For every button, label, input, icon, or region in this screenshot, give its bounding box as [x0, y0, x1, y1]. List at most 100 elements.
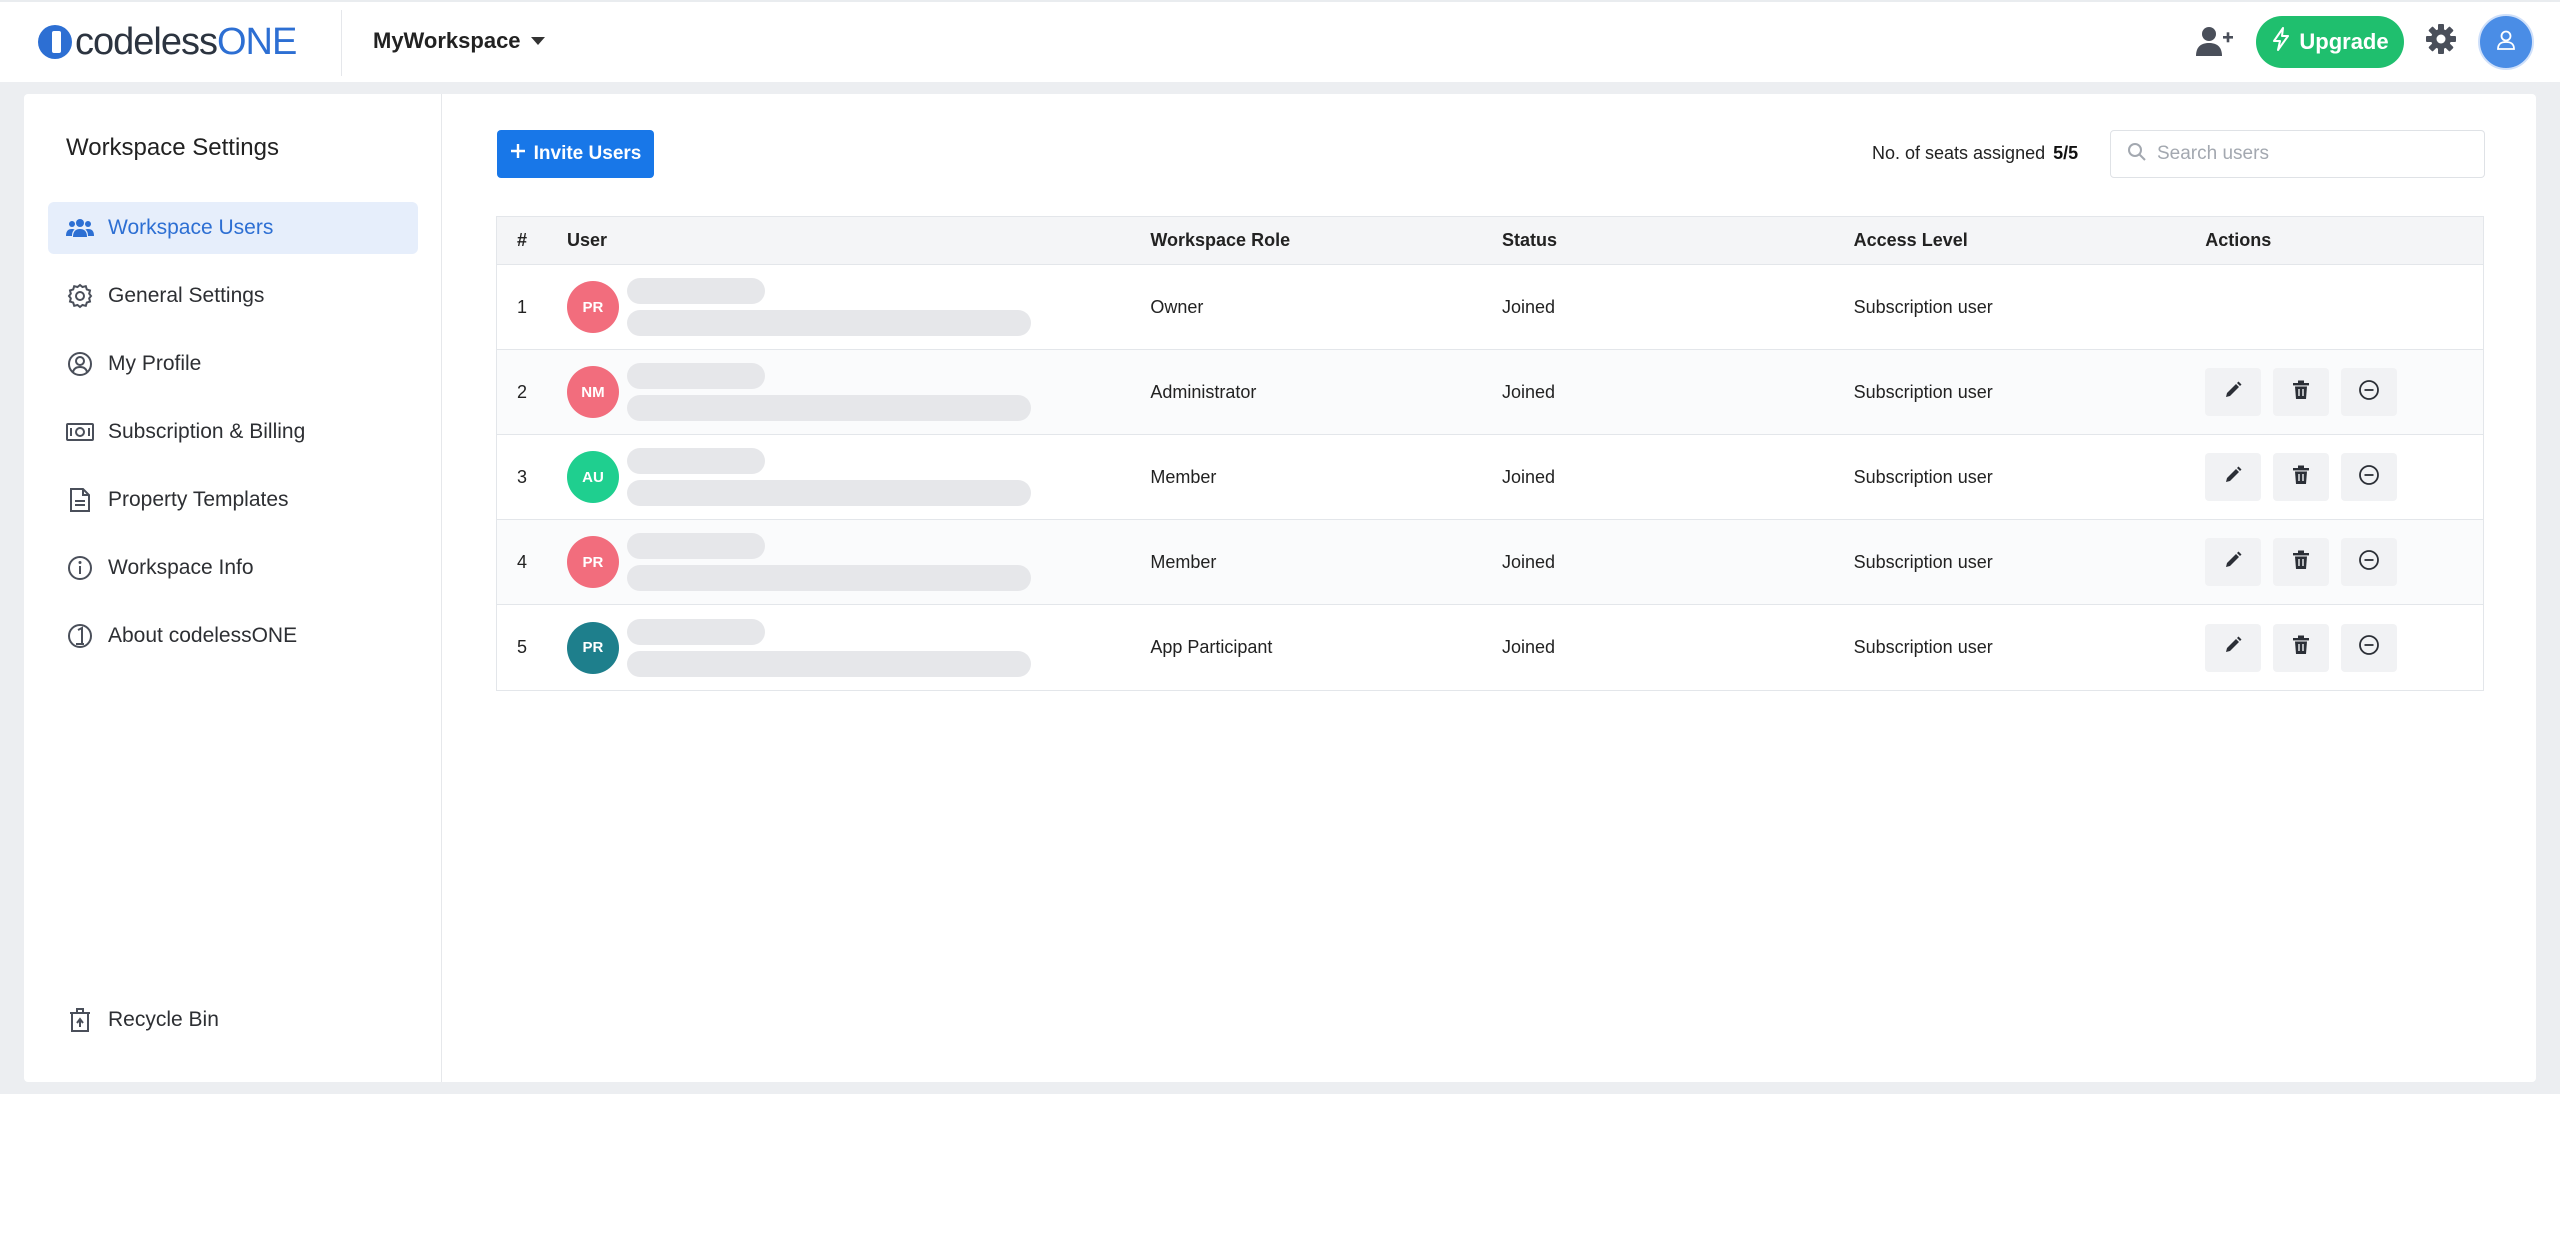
sidebar-item-workspace-info[interactable]: Workspace Info [48, 542, 418, 594]
sidebar-item-my-profile[interactable]: My Profile [48, 338, 418, 390]
document-icon [66, 486, 94, 514]
user-email-placeholder [626, 650, 1031, 677]
access-level: Subscription user [1853, 466, 1993, 487]
minus-circle-icon [2358, 464, 2380, 491]
sidebar-item-label: Recycle Bin [108, 1008, 219, 1031]
info-icon [66, 554, 94, 582]
sidebar-nav: Workspace Users General Settings My Prof… [48, 202, 418, 678]
sidebar-item-label: Property Templates [108, 488, 289, 511]
settings-gear-icon[interactable] [2424, 22, 2458, 56]
deactivate-user-button[interactable] [2341, 538, 2398, 586]
profile-icon [66, 350, 94, 378]
user-avatar-initials: NM [566, 366, 619, 418]
users-table: # User Workspace Role Status Access Leve… [496, 216, 2484, 691]
logo-text-part1: codeless [75, 20, 218, 63]
user-cell: PR [566, 278, 1150, 336]
sidebar-item-subscription-billing[interactable]: Subscription & Billing [48, 406, 418, 458]
deactivate-user-button[interactable] [2341, 453, 2398, 501]
workspace-role: Member [1150, 466, 1217, 487]
user-name-placeholder [626, 618, 765, 645]
codelessone-logo[interactable]: codelessONE [38, 20, 297, 63]
user-cell: NM [566, 363, 1150, 421]
plus-icon [510, 143, 526, 165]
user-info-placeholder [626, 533, 1031, 591]
edit-user-button[interactable] [2205, 368, 2262, 416]
upgrade-button[interactable]: Upgrade [2256, 16, 2404, 68]
seats-assigned: No. of seats assigned 5/5 [1872, 143, 2078, 164]
workspace-role: Administrator [1150, 381, 1257, 402]
sidebar-item-label: General Settings [108, 284, 265, 307]
search-box[interactable] [2110, 130, 2485, 178]
delete-user-button[interactable] [2273, 368, 2330, 416]
sidebar-item-workspace-users[interactable]: Workspace Users [48, 202, 418, 254]
add-user-icon[interactable] [2194, 22, 2234, 62]
user-cell: PR [566, 618, 1150, 677]
user-info-placeholder [626, 278, 1031, 336]
table-row: 3 AU Member Joined Subscription user [497, 435, 2483, 520]
pencil-icon [2223, 635, 2243, 660]
trash-icon [2292, 635, 2310, 660]
header-status: Status [1502, 230, 1558, 250]
access-level: Subscription user [1853, 381, 1993, 402]
pencil-icon [2223, 380, 2243, 405]
trash-icon [2292, 465, 2310, 490]
edit-user-button[interactable] [2205, 623, 2262, 672]
sidebar-item-property-templates[interactable]: Property Templates [48, 474, 418, 526]
delete-user-button[interactable] [2273, 623, 2330, 672]
user-status: Joined [1502, 551, 1556, 572]
deactivate-user-button[interactable] [2341, 623, 2398, 672]
user-name-placeholder [626, 448, 765, 474]
user-status: Joined [1502, 466, 1556, 487]
user-name-placeholder [626, 278, 765, 304]
upgrade-label: Upgrade [2299, 29, 2389, 54]
table-row: 2 NM Administrator Joined Subscription user [497, 350, 2483, 435]
settings-sidebar: Workspace Settings Workspace Users Gener… [24, 94, 442, 1082]
delete-user-button[interactable] [2273, 453, 2330, 501]
billing-icon [66, 418, 94, 446]
table-row: 4 PR Member Joined Subscription user [497, 520, 2483, 605]
user-status: Joined [1502, 381, 1556, 402]
caret-down-icon [530, 37, 545, 45]
user-email-placeholder [626, 565, 1031, 591]
user-avatar[interactable] [2478, 14, 2534, 70]
workspace-role: Owner [1150, 296, 1204, 317]
users-icon [66, 214, 94, 242]
user-name-placeholder [626, 363, 765, 389]
sidebar-item-about-codelessone[interactable]: About codelessONE [48, 610, 418, 662]
pencil-icon [2223, 550, 2243, 575]
recycle-bin-icon [66, 1006, 94, 1034]
search-users-input[interactable] [2157, 143, 2457, 165]
edit-user-button[interactable] [2205, 538, 2262, 586]
sidebar-item-general-settings[interactable]: General Settings [48, 270, 418, 322]
header-actions: Actions [2205, 230, 2272, 250]
row-number: 5 [517, 637, 528, 657]
access-level: Subscription user [1853, 296, 1993, 317]
top-bar: codelessONE MyWorkspace Upgrade [0, 0, 2560, 82]
row-actions [2205, 538, 2483, 586]
edit-user-button[interactable] [2205, 453, 2262, 501]
invite-users-button[interactable]: Invite Users [497, 130, 654, 178]
workspace-role: Member [1150, 551, 1217, 572]
header-access-level: Access Level [1853, 230, 1968, 250]
header-number: # [517, 230, 528, 250]
deactivate-user-button[interactable] [2341, 368, 2398, 416]
row-actions [2205, 623, 2483, 672]
minus-circle-icon [2358, 549, 2380, 576]
delete-user-button[interactable] [2273, 538, 2330, 586]
workspace-role: App Participant [1150, 637, 1273, 657]
trash-icon [2292, 550, 2310, 575]
row-number: 1 [517, 296, 528, 317]
sidebar-item-recycle-bin[interactable]: Recycle Bin [48, 994, 418, 1046]
user-avatar-initials: AU [566, 451, 619, 503]
user-avatar-initials: PR [566, 536, 619, 588]
access-level: Subscription user [1853, 551, 1993, 572]
workspace-switcher[interactable]: MyWorkspace [373, 28, 545, 54]
minus-circle-icon [2358, 379, 2380, 406]
trash-icon [2292, 380, 2310, 405]
workspace-name: MyWorkspace [373, 28, 521, 53]
topbar-divider [341, 10, 342, 76]
sidebar-item-label: Workspace Users [108, 216, 274, 239]
codelessone-icon [66, 622, 94, 650]
user-icon [2494, 28, 2518, 57]
header-workspace-role: Workspace Role [1150, 230, 1291, 250]
